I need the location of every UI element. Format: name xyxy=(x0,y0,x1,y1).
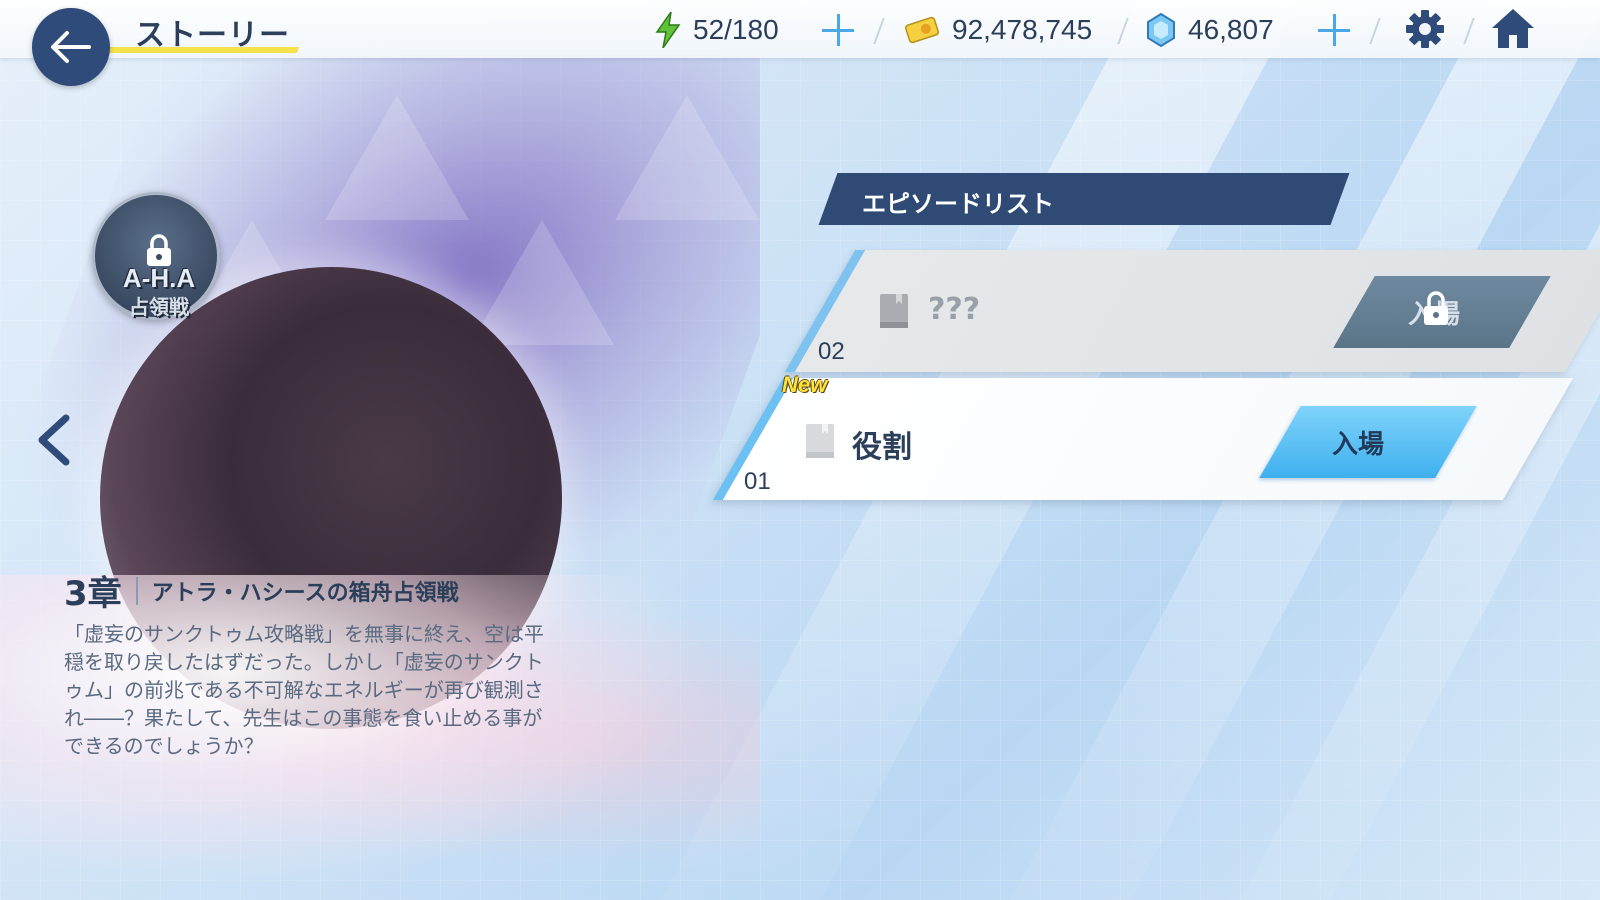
divider xyxy=(873,18,885,44)
back-button[interactable] xyxy=(32,8,110,86)
divider xyxy=(1117,18,1129,44)
episode-title: ??? xyxy=(928,292,981,327)
arrow-left-icon xyxy=(51,31,91,63)
gem-icon xyxy=(1146,13,1176,47)
chapter-key-art xyxy=(0,55,760,900)
new-badge: New xyxy=(782,372,828,397)
stamina-counter: 52/180 xyxy=(655,12,779,48)
episode-list-title: エピソードリスト xyxy=(862,190,1054,218)
gems-value: 46,807 xyxy=(1188,14,1274,45)
episode-number: 01 xyxy=(744,468,771,495)
credits-value: 92,478,745 xyxy=(952,14,1093,45)
settings-gear-icon[interactable] xyxy=(1404,8,1446,54)
episode-number: 02 xyxy=(818,338,845,365)
book-icon xyxy=(806,424,834,458)
lightning-icon xyxy=(655,12,681,48)
credit-card-icon xyxy=(904,16,940,44)
episode-title: 役割 xyxy=(852,430,912,465)
previous-chapter-button[interactable] xyxy=(32,412,76,468)
lock-icon xyxy=(1424,291,1448,325)
divider xyxy=(135,576,138,605)
home-icon[interactable] xyxy=(1490,6,1536,54)
divider xyxy=(1463,18,1475,44)
emblem-subtitle: 占領戦 xyxy=(129,295,189,319)
title-underline xyxy=(106,47,300,53)
stamina-value: 52/180 xyxy=(693,14,779,45)
enter-button-label: 入場 xyxy=(1332,430,1385,460)
divider xyxy=(1369,18,1381,44)
emblem-title: A-H.A xyxy=(122,263,196,293)
credits-counter: 92,478,745 xyxy=(904,12,1092,48)
chapter-description: 「虚妄のサンクトゥム攻略戦」を無事に終え、空は平穏を取り戻したはずだった。しかし… xyxy=(64,622,544,758)
chapter-title: アトラ・ハシースの箱舟占領戦 xyxy=(151,580,459,606)
add-gems-button[interactable] xyxy=(1316,12,1352,48)
chapter-heading: 3章 アトラ・ハシースの箱舟占領戦 xyxy=(64,566,459,615)
chapter-number: 3章 xyxy=(64,574,122,614)
top-bar: ストーリー 52/180 92,478,745 46,807 xyxy=(0,0,1600,58)
chapter-emblem[interactable]: A-H.A 占領戦 xyxy=(92,192,220,320)
gems-counter: 46,807 xyxy=(1146,12,1274,48)
add-stamina-button[interactable] xyxy=(820,12,856,48)
book-icon xyxy=(880,294,908,328)
chevron-left-icon xyxy=(38,414,70,466)
